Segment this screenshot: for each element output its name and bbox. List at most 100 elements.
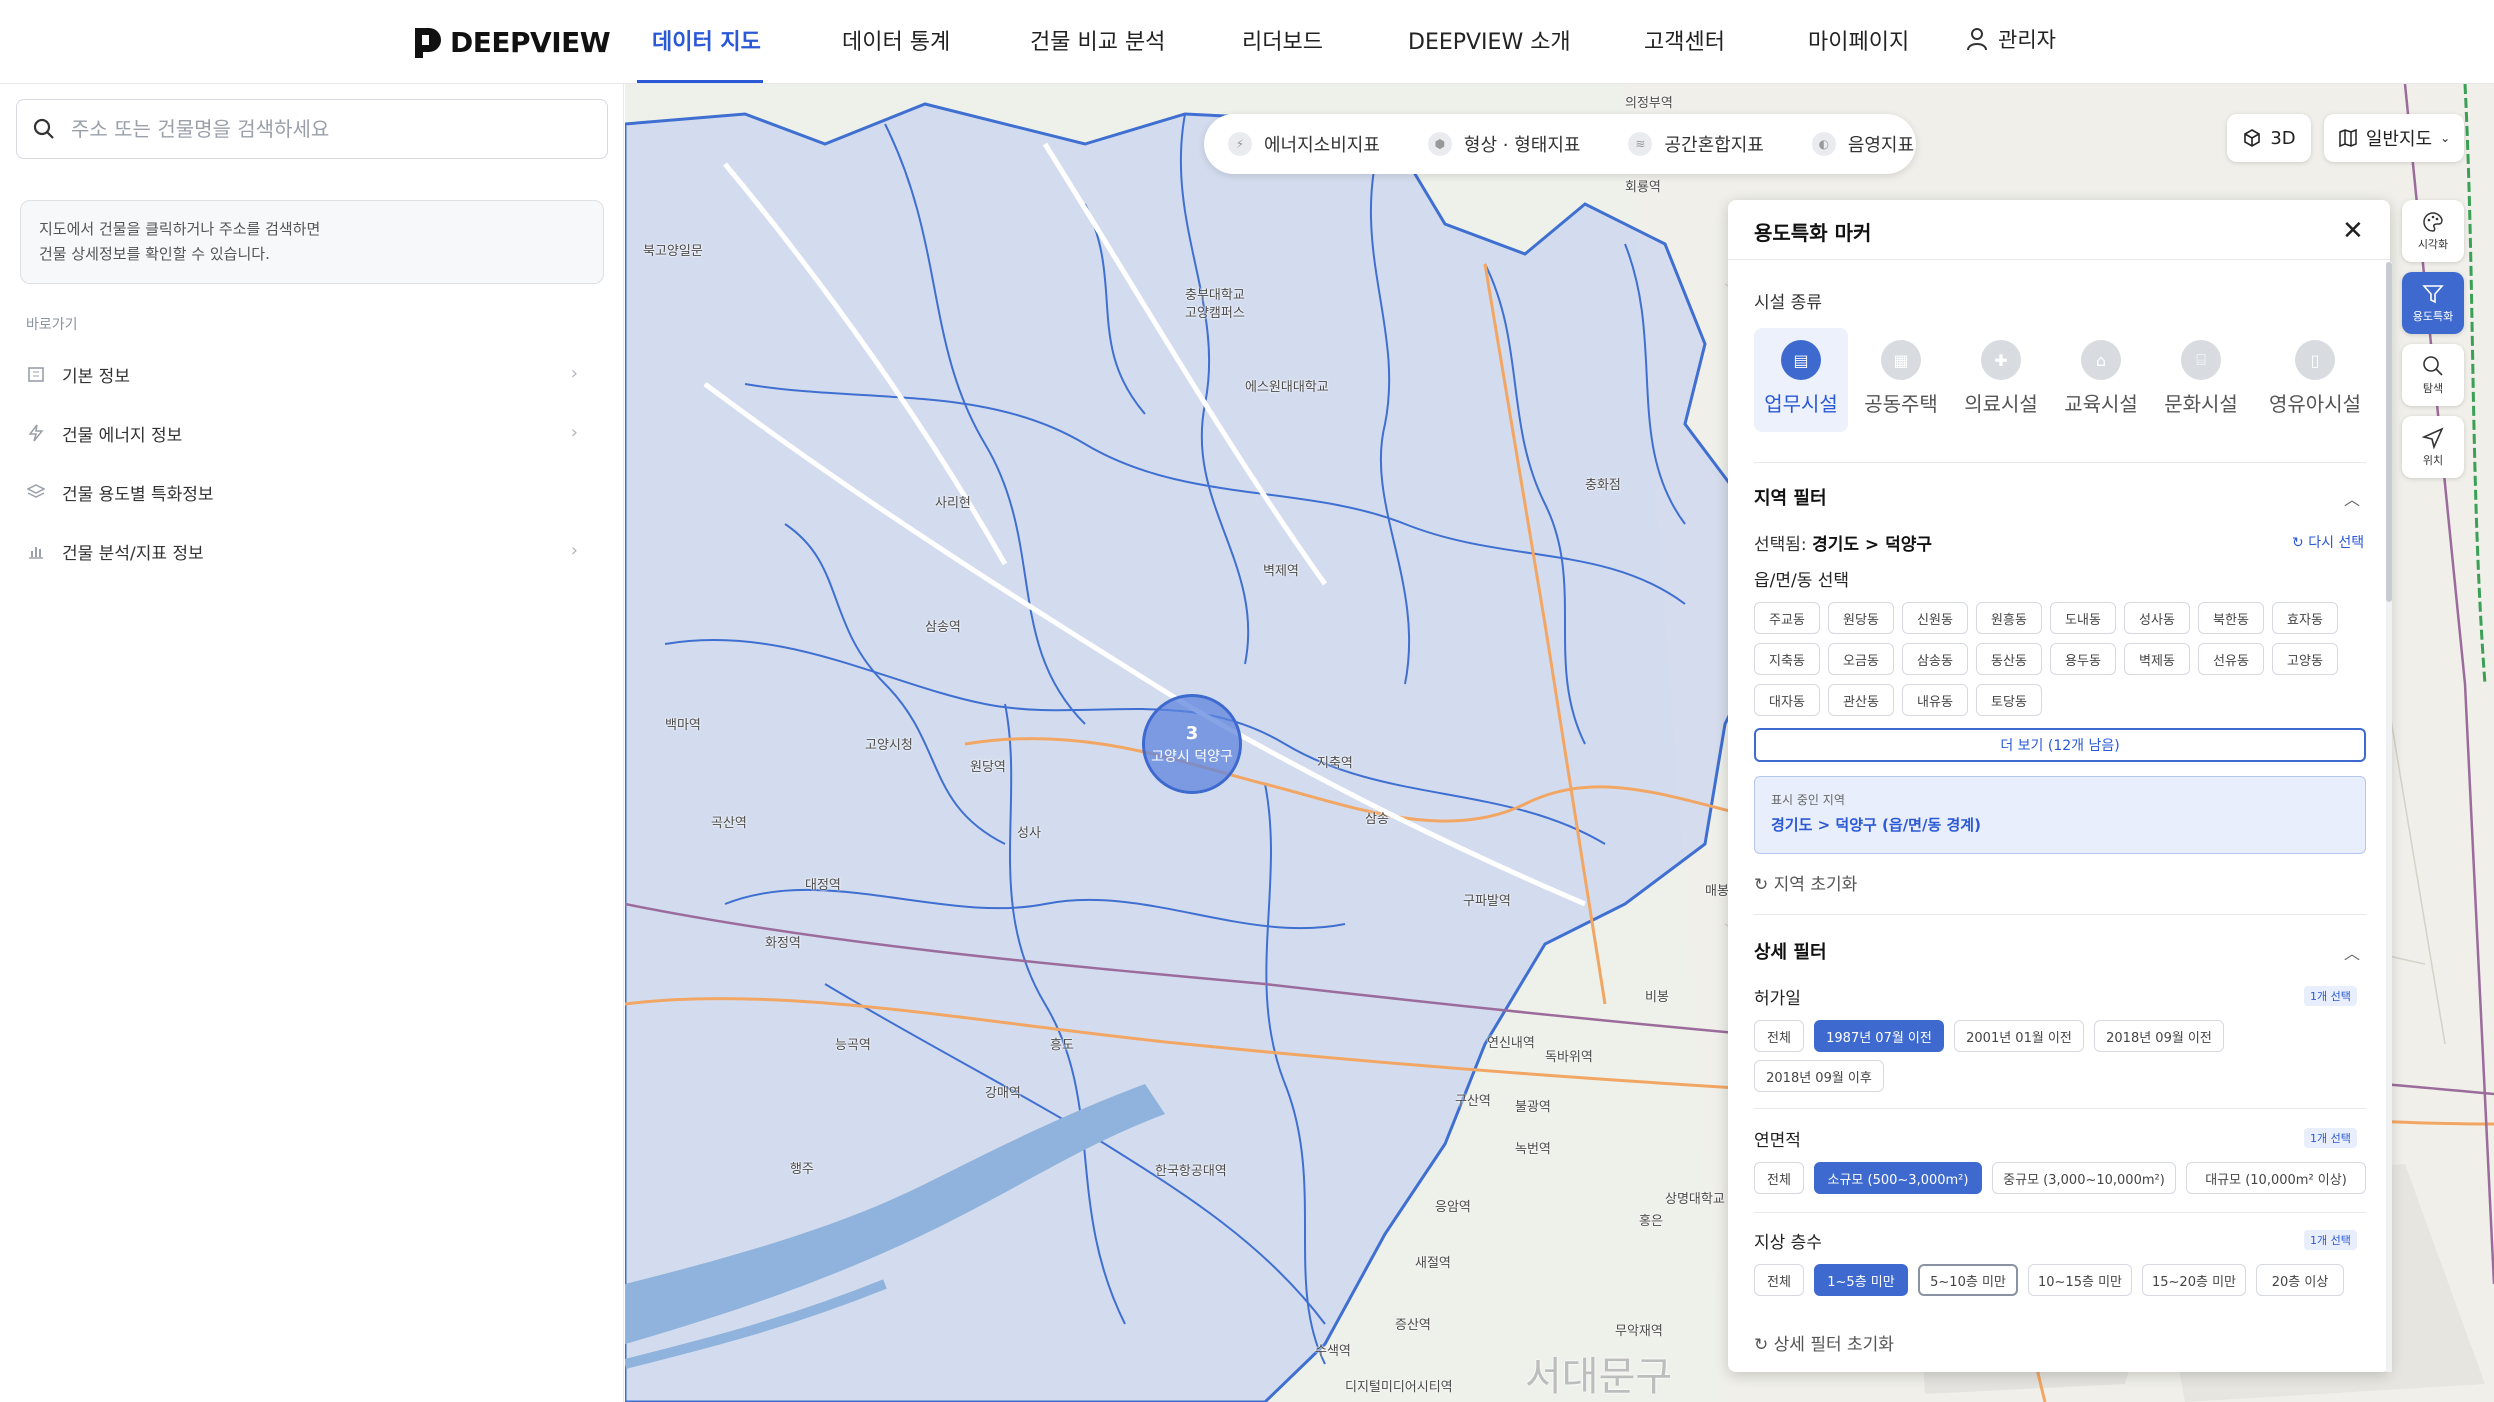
floors-chip[interactable]: 5~10층 미만 bbox=[1918, 1264, 2018, 1296]
map-label: 연신내역 bbox=[1487, 1036, 1535, 1051]
dong-chip[interactable]: 선유동 bbox=[2198, 643, 2264, 675]
tool-use-filter[interactable]: 용도특화 bbox=[2402, 272, 2464, 334]
nav-support[interactable]: 고객센터 bbox=[1644, 24, 1725, 56]
3d-toggle-button[interactable]: 3D bbox=[2227, 114, 2311, 162]
map-label: 백마역 bbox=[665, 718, 701, 733]
detail-reset-button[interactable]: ↻ 상세 필터 초기화 bbox=[1754, 1330, 1894, 1355]
close-icon[interactable]: ✕ bbox=[2342, 216, 2364, 246]
cluster-marker[interactable]: 3 고양시 덕양구 bbox=[1142, 694, 1242, 794]
reselect-label: 다시 선택 bbox=[2308, 535, 2365, 551]
dong-chip[interactable]: 오금동 bbox=[1828, 643, 1894, 675]
facility-medical[interactable]: ✚ 의료시설 bbox=[1954, 328, 2048, 432]
nav-data-stats[interactable]: 데이터 통계 bbox=[842, 24, 950, 56]
floors-chip[interactable]: 1~5층 미만 bbox=[1814, 1264, 1908, 1296]
map-type-select[interactable]: 일반지도 ⌄ bbox=[2324, 114, 2464, 162]
chevron-up-icon[interactable]: ︿ bbox=[2344, 486, 2360, 510]
floors-chip[interactable]: 전체 bbox=[1754, 1264, 1804, 1296]
permit-chip[interactable]: 1987년 07월 이전 bbox=[1814, 1020, 1944, 1052]
floors-chip[interactable]: 10~15층 미만 bbox=[2028, 1264, 2132, 1296]
facility-apartment[interactable]: ▦ 공동주택 bbox=[1854, 328, 1948, 432]
map-label: 수색역 bbox=[1315, 1344, 1351, 1359]
area-chip[interactable]: 전체 bbox=[1754, 1162, 1804, 1194]
menu-basic-info[interactable]: 기본 정보 › bbox=[24, 354, 588, 394]
search-box[interactable] bbox=[16, 99, 608, 159]
bar-chart-icon bbox=[24, 539, 48, 563]
dong-chip[interactable]: 지축동 bbox=[1754, 643, 1820, 675]
menu-use-info[interactable]: 건물 용도별 특화정보 bbox=[24, 472, 588, 512]
permit-chip[interactable]: 2001년 01월 이전 bbox=[1954, 1020, 2084, 1052]
dong-chip[interactable]: 도내동 bbox=[2050, 602, 2116, 634]
search-input[interactable] bbox=[71, 117, 571, 141]
tool-location-label: 위치 bbox=[2422, 453, 2444, 467]
filter-icon bbox=[2422, 284, 2444, 303]
map-label: 에스원대대학교 bbox=[1245, 380, 1329, 395]
lightning-icon bbox=[24, 421, 48, 445]
chevron-up-icon[interactable]: ︿ bbox=[2344, 940, 2360, 964]
top-header: DEEPVIEW 데이터 지도 데이터 통계 건물 비교 분석 리더보드 DEE… bbox=[0, 0, 2494, 84]
divider bbox=[1754, 1212, 2366, 1213]
dong-select-label: 읍/면/동 선택 bbox=[1754, 571, 1850, 591]
dong-chip[interactable]: 주교동 bbox=[1754, 602, 1820, 634]
dong-chip[interactable]: 신원동 bbox=[1902, 602, 1968, 634]
user-menu[interactable]: 관리자 bbox=[1966, 24, 2056, 54]
area-chip[interactable]: 대규모 (10,000m² 이상) bbox=[2186, 1162, 2366, 1194]
dong-chip[interactable]: 효자동 bbox=[2272, 602, 2338, 634]
dong-chip[interactable]: 토당동 bbox=[1976, 684, 2042, 716]
dong-chip[interactable]: 용두동 bbox=[2050, 643, 2116, 675]
indicator-mixed-label: 공간혼합지표 bbox=[1664, 135, 1764, 156]
facility-office[interactable]: ▤ 업무시설 bbox=[1754, 328, 1848, 432]
cluster-name: 고양시 덕양구 bbox=[1151, 749, 1233, 765]
floors-chip[interactable]: 15~20층 미만 bbox=[2142, 1264, 2246, 1296]
dong-chip[interactable]: 벽제동 bbox=[2124, 643, 2190, 675]
facility-education[interactable]: ⌂ 교육시설 bbox=[2054, 328, 2148, 432]
dong-chip[interactable]: 대자동 bbox=[1754, 684, 1820, 716]
map-label: 흥도 bbox=[1050, 1038, 1074, 1053]
nav-leaderboard[interactable]: 리더보드 bbox=[1242, 24, 1323, 56]
3d-label: 3D bbox=[2270, 127, 2296, 149]
permit-chip[interactable]: 2018년 09월 이후 bbox=[1754, 1060, 1884, 1092]
region-reset-button[interactable]: ↻ 지역 초기화 bbox=[1754, 870, 1857, 895]
floors-chip[interactable]: 20층 이상 bbox=[2256, 1264, 2344, 1296]
scrollbar-thumb[interactable] bbox=[2386, 262, 2392, 602]
indicator-shadow[interactable]: ◐ 음영지표 bbox=[1811, 131, 1914, 157]
indicator-mixed[interactable]: ≋ 공간혼합지표 bbox=[1628, 131, 1764, 157]
tool-explore[interactable]: 탐색 bbox=[2402, 344, 2464, 406]
nav-data-map[interactable]: 데이터 지도 bbox=[652, 24, 761, 56]
indicator-energy[interactable]: ⚡ 에너지소비지표 bbox=[1228, 131, 1380, 157]
menu-analysis-info[interactable]: 건물 분석/지표 정보 › bbox=[24, 531, 588, 571]
indicator-shape[interactable]: ⬢ 형상 · 형태지표 bbox=[1427, 131, 1580, 157]
brand-logo[interactable]: DEEPVIEW bbox=[412, 22, 611, 62]
nav-building-compare[interactable]: 건물 비교 분석 bbox=[1030, 24, 1165, 56]
dong-chip[interactable]: 관산동 bbox=[1828, 684, 1894, 716]
map-label: 새절역 bbox=[1415, 1256, 1451, 1271]
dong-chip[interactable]: 내유동 bbox=[1902, 684, 1968, 716]
area-chip[interactable]: 중규모 (3,000~10,000m²) bbox=[1992, 1162, 2176, 1194]
facility-culture[interactable]: ⌸ 문화시설 bbox=[2154, 328, 2248, 432]
facility-label: 공동주택 bbox=[1864, 392, 1938, 416]
dong-chip[interactable]: 북한동 bbox=[2198, 602, 2264, 634]
dong-chip[interactable]: 삼송동 bbox=[1902, 643, 1968, 675]
reselect-button[interactable]: ↻ 다시 선택 bbox=[2292, 532, 2364, 552]
dong-chip[interactable]: 고양동 bbox=[2272, 643, 2338, 675]
panel-scrollbar[interactable] bbox=[2386, 262, 2392, 1372]
left-sidebar: 지도에서 건물을 클릭하거나 주소를 검색하면 건물 상세정보를 확인할 수 있… bbox=[0, 84, 624, 1402]
dong-chip[interactable]: 원흥동 bbox=[1976, 602, 2042, 634]
map-label: 매봉 bbox=[1705, 884, 1729, 899]
show-more-button[interactable]: 더 보기 (12개 남음) bbox=[1754, 728, 2366, 762]
area-chip[interactable]: 소규모 (500~3,000m²) bbox=[1814, 1162, 1982, 1194]
dong-chip[interactable]: 성사동 bbox=[2124, 602, 2190, 634]
nav-mypage[interactable]: 마이페이지 bbox=[1808, 24, 1909, 56]
tool-visualize[interactable]: 시각화 bbox=[2402, 200, 2464, 262]
dong-chip[interactable]: 동산동 bbox=[1976, 643, 2042, 675]
nav-about[interactable]: DEEPVIEW 소개 bbox=[1408, 24, 1571, 56]
menu-energy-info[interactable]: 건물 에너지 정보 › bbox=[24, 413, 588, 453]
facility-childcare[interactable]: ▯ 영유아시설 bbox=[2262, 328, 2368, 432]
map-label: 디지털미디어시티역 bbox=[1345, 1380, 1453, 1395]
permit-chip[interactable]: 전체 bbox=[1754, 1020, 1804, 1052]
navigation-icon bbox=[2422, 426, 2444, 449]
dong-chip[interactable]: 원당동 bbox=[1828, 602, 1894, 634]
tool-location[interactable]: 위치 bbox=[2402, 416, 2464, 478]
permit-chip[interactable]: 2018년 09월 이전 bbox=[2094, 1020, 2224, 1052]
refresh-icon: ↻ bbox=[1754, 1335, 1769, 1355]
school-icon: ⌂ bbox=[2081, 340, 2121, 380]
